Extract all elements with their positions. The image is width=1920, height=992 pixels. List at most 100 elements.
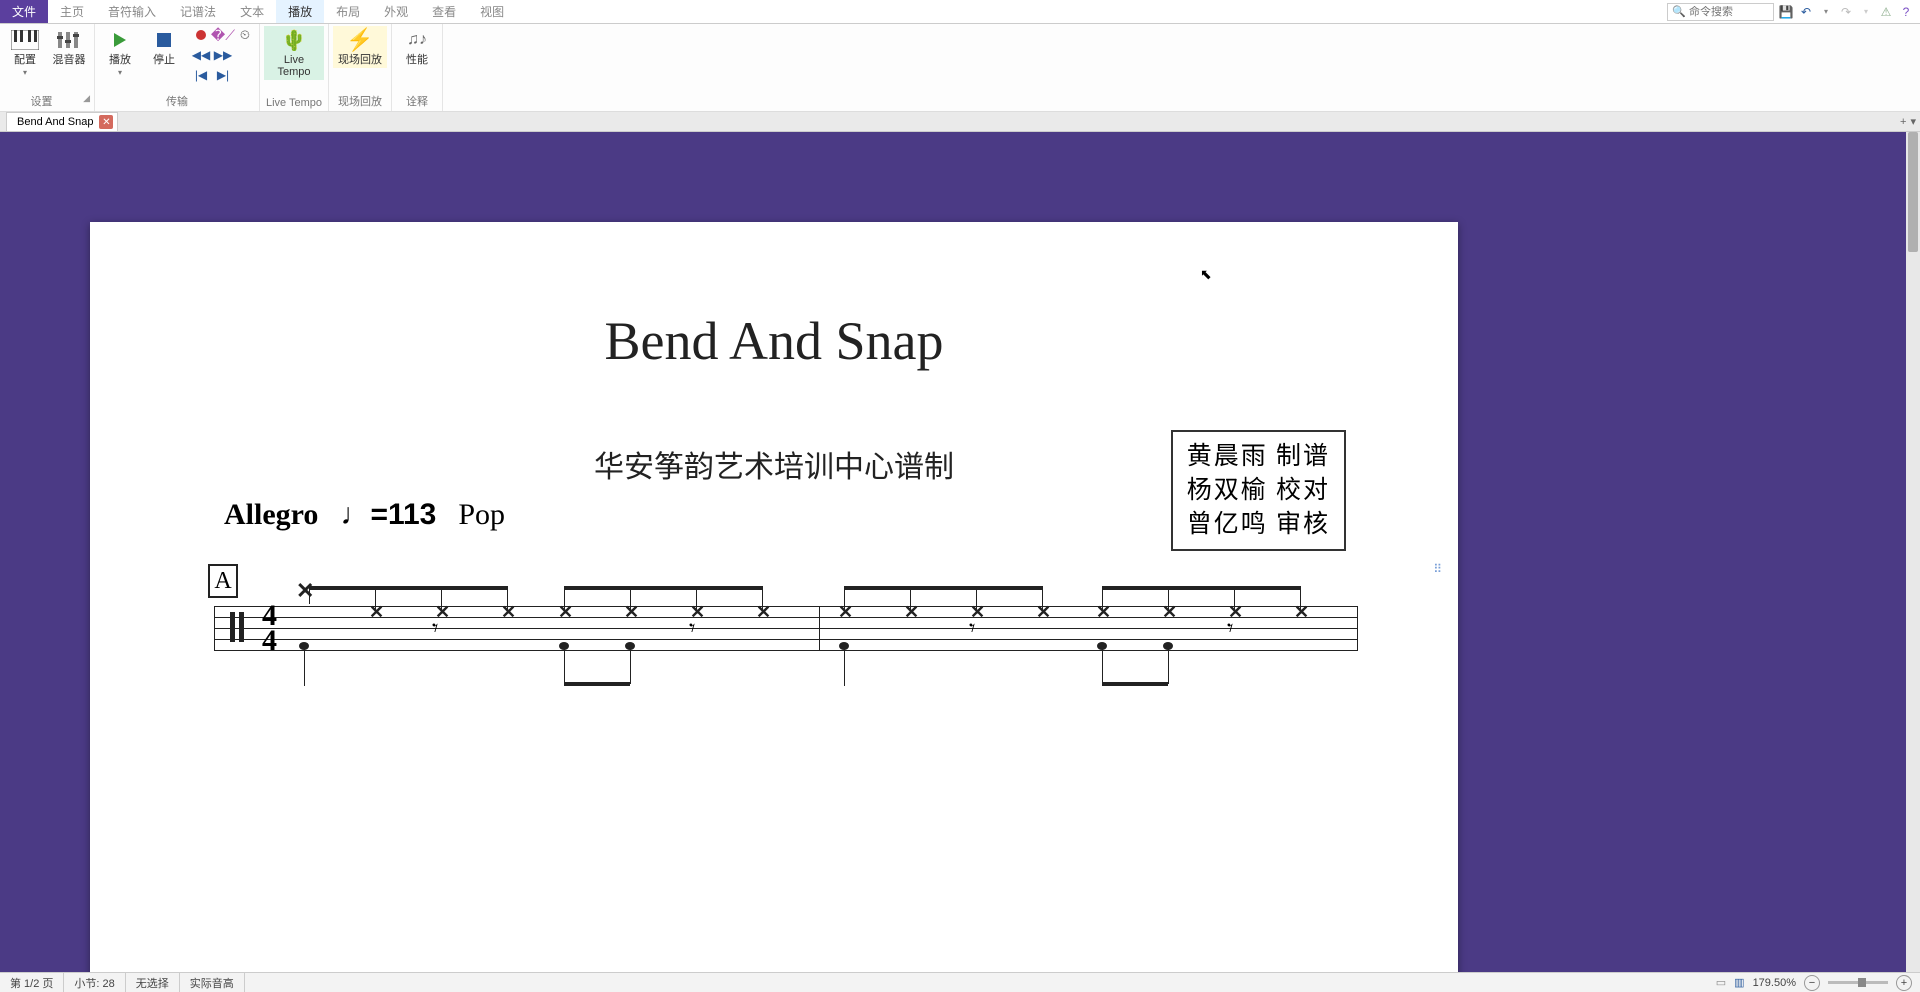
warning-icon[interactable]: ⚠ <box>1878 4 1894 20</box>
metronome-icon[interactable]: ⏲ <box>235 26 255 44</box>
ribbon: 配置 ▾ 混音器 设置◢ 播放 ▾ 停止 <box>0 24 1920 112</box>
help-icon[interactable]: ? <box>1898 4 1914 20</box>
zoom-in-button[interactable]: + <box>1896 975 1912 991</box>
configure-label: 配置 <box>14 54 36 66</box>
hihat-note: ✕ <box>904 602 919 623</box>
menu-review[interactable]: 查看 <box>420 0 468 23</box>
credits-box[interactable]: 黄晨雨 制谱 杨双榆 校对 曾亿鸣 审核 <box>1171 430 1346 551</box>
hihat-note: ✕ <box>296 578 314 604</box>
play-label: 播放 <box>109 54 131 66</box>
eighth-rest-icon: 𝄾 <box>689 616 695 643</box>
menu-play[interactable]: 播放 <box>276 0 324 23</box>
ribbon-group-liveplayback: ⚡ 现场回放 现场回放 <box>329 24 392 111</box>
tab-bar-right: + ▾ <box>1900 112 1920 131</box>
caret-icon: ▾ <box>23 68 27 77</box>
live-playback-button[interactable]: ⚡ 现场回放 <box>333 26 387 68</box>
beam <box>564 586 762 590</box>
hihat-note: ✕ <box>624 602 639 623</box>
menu-view[interactable]: 视图 <box>468 0 516 23</box>
lightning-icon: ⚡ <box>344 28 376 52</box>
cursor-icon: ⬉ <box>1200 266 1212 283</box>
document-tab-bar: Bend And Snap ✕ + ▾ <box>0 112 1920 132</box>
zoom-out-button[interactable]: − <box>1804 975 1820 991</box>
document-tab[interactable]: Bend And Snap ✕ <box>6 112 118 131</box>
tempo-marking[interactable]: Allegro =113 Pop <box>224 498 505 532</box>
menu-file[interactable]: 文件 <box>0 0 48 23</box>
percussion-clef-icon <box>230 612 244 642</box>
credit-line: 曾亿鸣 审核 <box>1187 508 1330 542</box>
zoom-level[interactable]: 179.50% <box>1753 977 1796 989</box>
drag-handle-icon[interactable]: ⠿ <box>1433 562 1444 576</box>
save-icon[interactable]: 💾 <box>1778 4 1794 20</box>
piano-icon <box>9 28 41 52</box>
ribbon-group-interpretation: ♫♪ 性能 诠释 <box>392 24 443 111</box>
command-search-input[interactable] <box>1689 6 1769 18</box>
close-tab-icon[interactable]: ✕ <box>99 115 113 129</box>
hihat-note: ✕ <box>838 602 853 623</box>
transport-grid: �⟋ ⏲ ◀◀ ▶▶ |◀ ▶| <box>191 26 255 84</box>
eighth-rest-icon: 𝄾 <box>432 616 438 643</box>
menu-appearance[interactable]: 外观 <box>372 0 420 23</box>
rewind-icon[interactable]: ◀◀ <box>191 46 211 64</box>
redo-caret-icon[interactable]: ▾ <box>1858 4 1874 20</box>
cactus-icon: 🌵 <box>278 28 310 52</box>
tab-menu-icon[interactable]: ▾ <box>1910 115 1916 128</box>
search-icon: 🔍 <box>1672 5 1686 18</box>
menu-bar: 文件 主页 音符输入 记谱法 文本 播放 布局 外观 查看 视图 🔍 💾 ↶ ▾… <box>0 0 1920 24</box>
new-tab-icon[interactable]: + <box>1900 116 1906 128</box>
zoom-slider[interactable] <box>1828 981 1888 984</box>
menu-text[interactable]: 文本 <box>228 0 276 23</box>
fastforward-icon[interactable]: ▶▶ <box>213 46 233 64</box>
record-icon[interactable] <box>191 26 211 44</box>
zoom-slider-thumb[interactable] <box>1858 978 1866 987</box>
mixer-button[interactable]: 混音器 <box>48 26 90 68</box>
dialog-launcher-icon[interactable]: ◢ <box>83 93 90 104</box>
hihat-note: ✕ <box>1162 602 1177 623</box>
beam <box>309 586 507 590</box>
group-liveplayback-label: 现场回放 <box>333 91 387 111</box>
rehearsal-mark[interactable]: A <box>208 564 238 598</box>
undo-icon[interactable]: ↶ <box>1798 4 1814 20</box>
scrollbar-thumb[interactable] <box>1908 132 1918 252</box>
stop-button[interactable]: 停止 <box>143 26 185 68</box>
click-icon[interactable]: �⟋ <box>213 26 233 44</box>
menu-layout[interactable]: 布局 <box>324 0 372 23</box>
status-pitch[interactable]: 实际音高 <box>180 973 245 992</box>
music-notes-icon: ♫♪ <box>401 28 433 52</box>
status-bars[interactable]: 小节: 28 <box>64 973 125 992</box>
status-selection[interactable]: 无选择 <box>126 973 180 992</box>
credit-line: 杨双榆 校对 <box>1187 474 1330 508</box>
hihat-note: ✕ <box>501 602 516 623</box>
hihat-note: ✕ <box>1036 602 1051 623</box>
hihat-note: ✕ <box>1096 602 1111 623</box>
skip-start-icon[interactable]: |◀ <box>191 66 211 84</box>
eighth-rest-icon: 𝄾 <box>1227 616 1233 643</box>
vertical-scrollbar[interactable] <box>1906 132 1920 972</box>
status-page[interactable]: 第 1/2 页 <box>0 973 64 992</box>
performance-label: 性能 <box>406 54 428 66</box>
score-page[interactable]: Bend And Snap 华安筝韵艺术培训中心谱制 Allegro =113 … <box>90 222 1458 972</box>
skip-end-icon[interactable]: ▶| <box>213 66 233 84</box>
status-bar: 第 1/2 页 小节: 28 无选择 实际音高 ▭ ▥ 179.50% − + <box>0 972 1920 992</box>
mixer-icon <box>53 28 85 52</box>
redo-icon[interactable]: ↷ <box>1838 4 1854 20</box>
menu-note-input[interactable]: 音符输入 <box>96 0 168 23</box>
panorama-view-icon[interactable]: ▭ <box>1716 976 1726 989</box>
menu-home[interactable]: 主页 <box>48 0 96 23</box>
menu-notation[interactable]: 记谱法 <box>168 0 228 23</box>
group-livetempo-label: Live Tempo <box>264 95 324 111</box>
configure-button[interactable]: 配置 ▾ <box>4 26 46 79</box>
live-playback-label: 现场回放 <box>338 54 382 66</box>
stop-icon <box>148 28 180 52</box>
command-search[interactable]: 🔍 <box>1667 3 1774 21</box>
menubar-right: 🔍 💾 ↶ ▾ ↷ ▾ ⚠ ? <box>1667 0 1920 23</box>
drum-staff[interactable]: 44 ✕ ✕ ✕ ✕ 𝄾 ✕ ✕ ✕ ✕ 𝄾 <box>214 606 1358 650</box>
page-view-icon[interactable]: ▥ <box>1734 976 1744 989</box>
live-tempo-button[interactable]: 🌵 Live Tempo <box>264 26 324 80</box>
score-canvas[interactable]: Bend And Snap 华安筝韵艺术培训中心谱制 Allegro =113 … <box>0 132 1920 972</box>
score-title[interactable]: Bend And Snap <box>90 310 1458 372</box>
performance-button[interactable]: ♫♪ 性能 <box>396 26 438 68</box>
play-button[interactable]: 播放 ▾ <box>99 26 141 79</box>
undo-caret-icon[interactable]: ▾ <box>1818 4 1834 20</box>
tempo-text: Allegro <box>224 498 318 532</box>
